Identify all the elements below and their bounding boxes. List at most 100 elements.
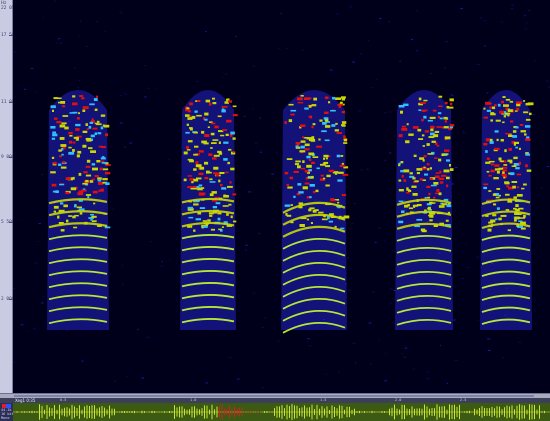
noise-speck: [264, 317, 267, 319]
energy-speck: [309, 207, 315, 210]
energy-speck: [321, 218, 328, 221]
energy-speck: [286, 183, 290, 186]
energy-speck: [443, 116, 448, 120]
energy-speck: [73, 226, 78, 229]
energy-speck: [89, 103, 95, 106]
energy-speck: [498, 217, 502, 221]
noise-speck: [150, 241, 152, 243]
energy-speck: [204, 112, 209, 116]
energy-speck: [212, 157, 217, 160]
energy-speck: [90, 213, 94, 216]
energy-speck: [505, 132, 511, 135]
noise-speck: [237, 378, 240, 380]
energy-speck: [323, 157, 325, 160]
energy-speck: [210, 147, 213, 149]
noise-speck: [378, 339, 380, 341]
energy-speck: [284, 121, 287, 124]
energy-speck: [505, 107, 508, 111]
energy-speck: [513, 143, 516, 146]
noise-speck: [451, 95, 454, 97]
waveform-view[interactable]: [13, 403, 550, 421]
energy-speck: [308, 105, 312, 108]
energy-speck: [496, 170, 500, 174]
energy-speck: [304, 170, 309, 173]
noise-speck: [259, 117, 262, 119]
energy-speck: [187, 175, 193, 177]
energy-speck: [227, 161, 230, 165]
energy-speck: [507, 229, 511, 232]
energy-speck: [343, 135, 346, 138]
energy-speck: [50, 126, 56, 129]
energy-speck: [445, 219, 449, 222]
energy-speck: [503, 176, 506, 179]
energy-speck: [432, 109, 437, 112]
energy-speck: [421, 118, 424, 122]
energy-speck: [221, 187, 227, 190]
spectrogram-canvas[interactable]: [13, 0, 550, 393]
noise-speck: [390, 288, 393, 290]
energy-speck: [341, 111, 345, 114]
energy-speck: [401, 210, 405, 213]
energy-speck: [60, 202, 64, 205]
energy-speck: [483, 142, 488, 146]
energy-speck: [492, 106, 496, 110]
energy-speck: [193, 131, 198, 134]
energy-speck: [103, 124, 110, 128]
energy-speck: [61, 153, 64, 156]
energy-speck: [293, 195, 296, 198]
energy-speck: [76, 154, 80, 158]
energy-speck: [101, 162, 107, 164]
energy-speck: [430, 128, 434, 132]
energy-speck: [308, 169, 312, 172]
noise-speck: [487, 338, 491, 340]
channel-info[interactable]: 44.1k 16 bit Mono: [0, 403, 14, 421]
noise-speck: [252, 108, 254, 110]
energy-speck: [212, 206, 217, 209]
noise-speck: [390, 303, 393, 305]
energy-speck: [232, 137, 236, 140]
energy-speck: [525, 138, 531, 141]
energy-speck: [414, 180, 419, 183]
call-syllable: [281, 90, 350, 334]
noise-speck: [319, 63, 322, 65]
energy-speck: [191, 181, 194, 184]
noise-speck: [360, 169, 363, 171]
waveform-canvas[interactable]: [13, 403, 550, 421]
noise-speck: [271, 173, 274, 175]
energy-speck: [413, 154, 417, 157]
energy-speck: [403, 169, 410, 173]
energy-speck: [295, 145, 299, 148]
energy-speck: [325, 184, 330, 187]
waveform-panel: Xeg1 0:35 0.5 1.0 1.5 2.0 2.5 44.1k 16 b…: [0, 398, 550, 421]
energy-speck: [210, 132, 215, 136]
energy-speck: [340, 155, 344, 157]
energy-speck: [514, 216, 520, 220]
energy-speck: [341, 162, 344, 165]
scrollbar-thumb[interactable]: [14, 395, 534, 397]
energy-speck: [226, 213, 229, 216]
frequency-axis[interactable]: Hz 22 050 17 500 11 000 9 000 5 500 2 00…: [0, 0, 17, 393]
energy-speck: [186, 123, 189, 126]
noise-speck: [262, 387, 265, 389]
spectrogram-view[interactable]: [13, 0, 550, 393]
noise-speck: [56, 42, 58, 44]
energy-speck: [185, 146, 189, 149]
energy-speck: [230, 167, 235, 171]
energy-speck: [500, 100, 504, 104]
noise-speck: [488, 350, 491, 351]
energy-speck: [82, 182, 88, 185]
energy-speck: [188, 216, 194, 219]
energy-speck: [100, 114, 106, 117]
noise-speck: [222, 76, 224, 78]
energy-speck: [72, 149, 75, 152]
energy-speck: [284, 204, 291, 207]
energy-speck: [483, 107, 486, 110]
noise-speck: [96, 20, 99, 22]
energy-speck: [66, 219, 69, 223]
noise-speck: [17, 84, 19, 86]
energy-speck: [526, 136, 530, 139]
energy-speck: [486, 170, 490, 173]
noise-speck: [385, 352, 387, 354]
energy-speck: [510, 120, 514, 123]
energy-speck: [500, 214, 507, 217]
